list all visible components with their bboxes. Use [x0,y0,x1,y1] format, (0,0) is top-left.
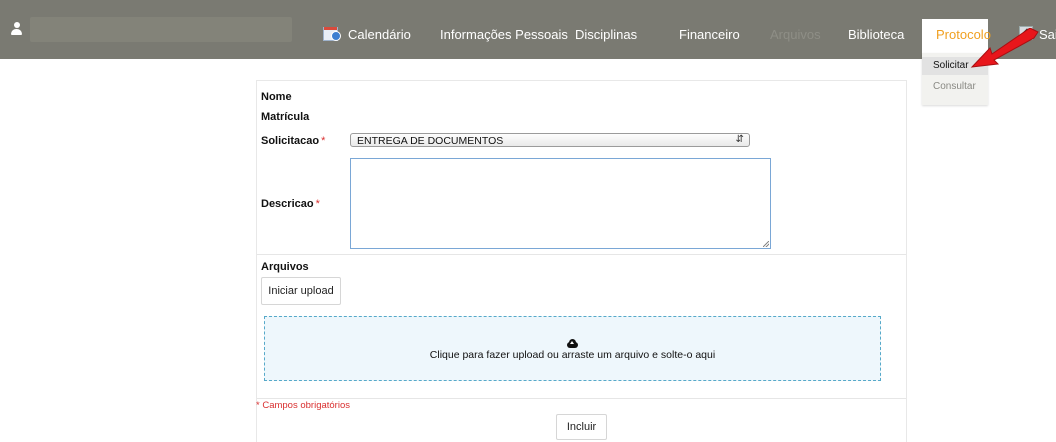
descricao-label: Descricao * [261,198,320,210]
required-marker: * [321,135,326,147]
arquivos-label: Arquivos [261,261,309,273]
descricao-textarea[interactable] [350,158,771,249]
nav-item-arquivos[interactable]: Arquivos [770,27,821,42]
user-icon[interactable] [11,22,22,36]
required-fields-note: * Campos obrigatórios [256,400,350,411]
required-marker: * [315,198,320,210]
top-navigation-bar: Calendário Informações Pessoais Discipli… [0,0,1056,59]
solicitacao-select-value: ENTREGA DE DOCUMENTOS [357,135,504,147]
matricula-label: Matrícula [261,111,310,123]
nome-label: Nome [261,91,292,103]
solicitacao-select[interactable]: ENTREGA DE DOCUMENTOS ⇵ [350,133,750,147]
iniciar-upload-button[interactable]: Iniciar upload [261,277,341,305]
nav-item-financeiro[interactable]: Financeiro [679,27,740,42]
resize-grip-icon[interactable] [763,241,769,247]
solicitacao-label: Solicitacao * [261,135,325,147]
upload-dropzone[interactable]: Clique para fazer upload ou arraste um a… [264,316,881,381]
divider [257,398,906,399]
username-display [30,17,292,42]
incluir-button[interactable]: Incluir [556,414,607,440]
cloud-upload-icon [567,339,578,348]
nav-item-informacoes-pessoais[interactable]: Informações Pessoais [440,27,568,42]
descricao-label-text: Descricao [261,198,314,210]
select-caret-icon: ⇵ [735,134,744,145]
calendar-icon[interactable] [323,25,341,41]
divider [257,254,906,255]
menu-item-consultar[interactable]: Consultar [922,78,988,96]
dropzone-text: Clique para fazer upload ou arraste um a… [429,349,716,361]
solicitacao-label-text: Solicitacao [261,135,320,147]
nav-item-disciplinas[interactable]: Disciplinas [575,27,637,42]
nav-item-biblioteca[interactable]: Biblioteca [848,27,904,42]
red-arrow-icon [970,28,1039,68]
nav-item-calendario[interactable]: Calendário [348,27,411,42]
